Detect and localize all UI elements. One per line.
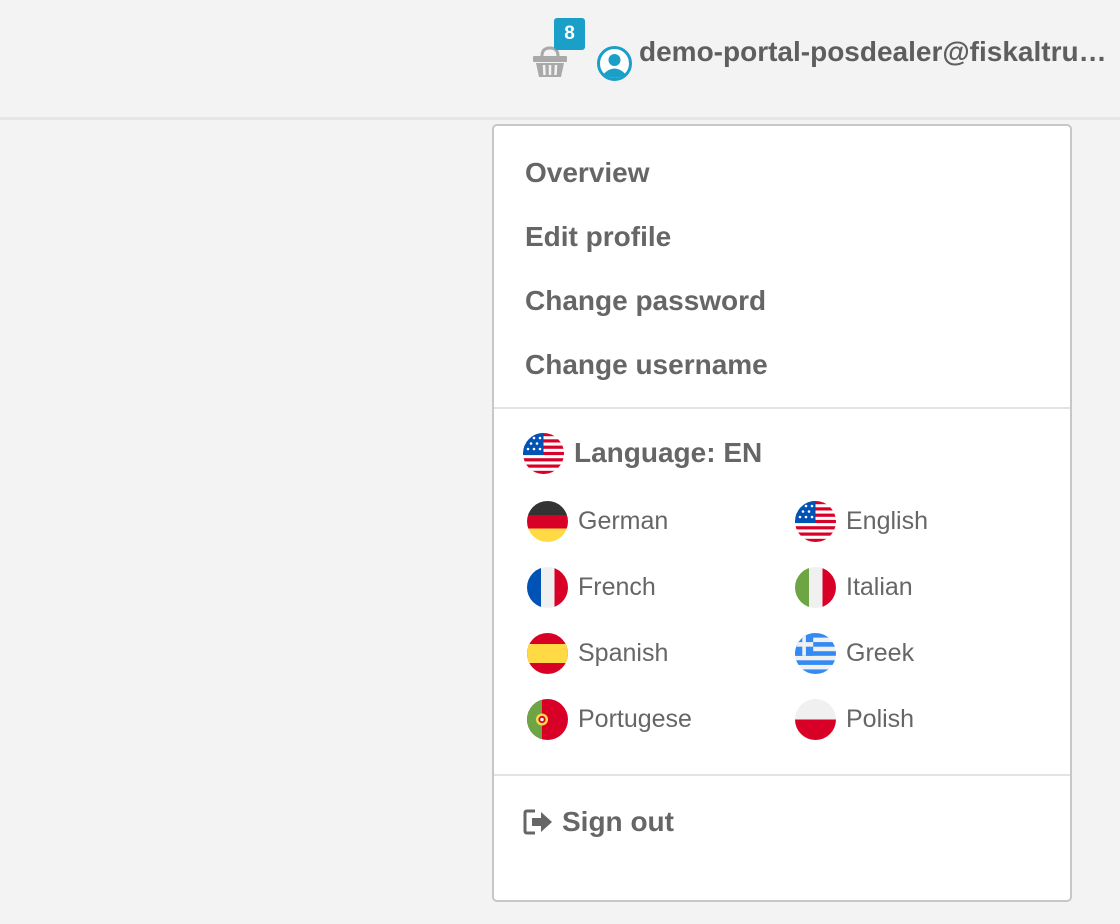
- it-flag-icon: [795, 566, 836, 608]
- menu-item-edit-profile[interactable]: Edit profile: [525, 219, 671, 255]
- language-option-french[interactable]: French: [527, 566, 656, 608]
- language-label: Greek: [846, 638, 915, 667]
- language-header: Language: EN: [523, 432, 762, 474]
- menu-item-change-username[interactable]: Change username: [525, 347, 768, 383]
- language-label: Italian: [846, 572, 913, 601]
- language-label: French: [578, 572, 656, 601]
- language-option-polish[interactable]: Polish: [795, 698, 914, 740]
- gr-flag-icon: [795, 632, 836, 674]
- menu-item-overview[interactable]: Overview: [525, 155, 650, 191]
- menu-item-change-password[interactable]: Change password: [525, 283, 766, 319]
- cart-count-badge: 8: [554, 18, 585, 50]
- language-label: English: [846, 506, 928, 535]
- fr-flag-icon: [527, 566, 568, 608]
- language-option-italian[interactable]: Italian: [795, 566, 913, 608]
- sign-out-icon: [523, 808, 554, 836]
- de-flag-icon: [527, 500, 568, 542]
- pt-flag-icon: [527, 698, 568, 740]
- menu-divider: [494, 774, 1070, 776]
- user-name[interactable]: demo-portal-posdealer@fiskaltrust.de: [639, 32, 1120, 72]
- language-option-german[interactable]: German: [527, 500, 668, 542]
- language-label: Polish: [846, 704, 915, 733]
- language-label: Spanish: [578, 638, 669, 667]
- menu-divider: [494, 407, 1070, 409]
- user-circle-icon[interactable]: [596, 45, 633, 82]
- user-dropdown-menu: Overview Edit profile Change password Ch…: [492, 124, 1072, 902]
- language-option-greek[interactable]: Greek: [795, 632, 914, 674]
- language-label: Portugese: [578, 704, 692, 733]
- us-flag-icon: [795, 500, 836, 542]
- current-language-label: Language: EN: [574, 437, 763, 468]
- language-option-portugese[interactable]: Portugese: [527, 698, 692, 740]
- language-label: German: [578, 506, 669, 535]
- sign-out-label: Sign out: [562, 806, 674, 837]
- us-flag-icon: [523, 432, 564, 474]
- language-option-spanish[interactable]: Spanish: [527, 632, 668, 674]
- pl-flag-icon: [795, 698, 836, 740]
- top-bar: 8 demo-portal-posdealer@fiskaltrust.de: [0, 0, 1120, 120]
- es-flag-icon: [527, 632, 568, 674]
- sign-out-button[interactable]: Sign out: [523, 802, 674, 842]
- language-option-english[interactable]: English: [795, 500, 928, 542]
